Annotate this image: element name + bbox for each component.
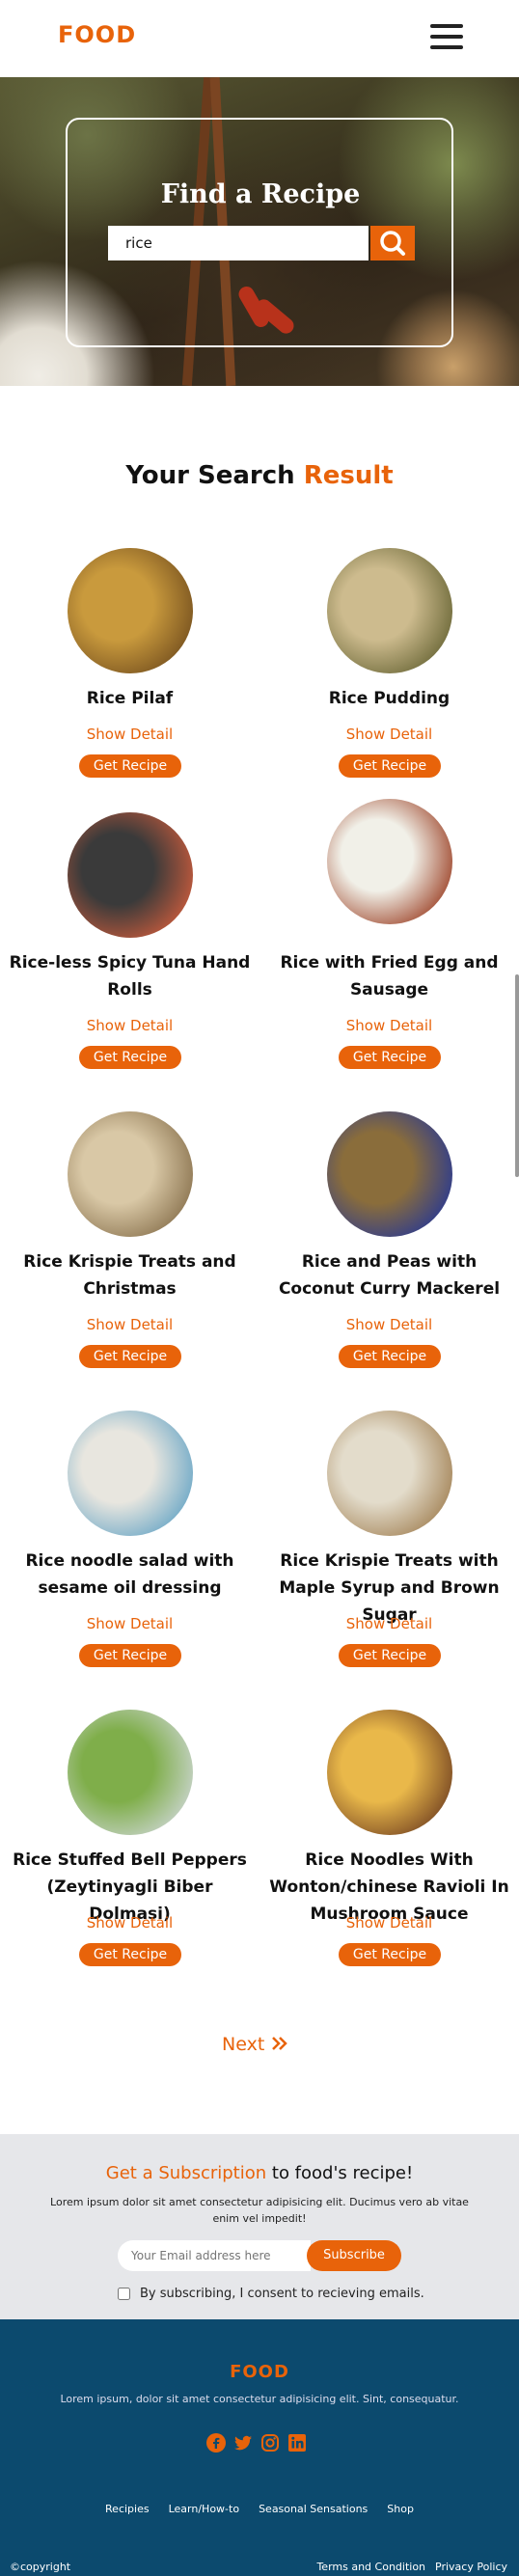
- recipe-thumbnail[interactable]: [68, 548, 193, 673]
- subscribe-title: Get a Subscription to food's recipe!: [0, 2163, 519, 2183]
- footer-logo[interactable]: FOOD: [0, 2362, 519, 2382]
- recipe-thumbnail[interactable]: [68, 1411, 193, 1536]
- search-button[interactable]: [370, 226, 415, 260]
- subscribe-section: Get a Subscription to food's recipe! Lor…: [0, 2134, 519, 2319]
- subscribe-button[interactable]: Subscribe: [307, 2240, 401, 2271]
- recipe-thumbnail[interactable]: [68, 812, 193, 938]
- show-detail-link[interactable]: Show Detail: [0, 1914, 260, 1932]
- footer-link-shop[interactable]: Shop: [387, 2503, 414, 2515]
- show-detail-link[interactable]: Show Detail: [260, 726, 519, 743]
- get-recipe-button[interactable]: Get Recipe: [79, 754, 181, 778]
- next-page-button[interactable]: Next: [222, 2034, 289, 2055]
- recipe-thumbnail[interactable]: [327, 799, 452, 924]
- recipe-title: Rice Pilaf: [86, 689, 174, 708]
- twitter-icon[interactable]: [233, 2433, 253, 2453]
- recipe-title: Rice-less Spicy Tuna Hand Rolls: [9, 953, 251, 1000]
- get-recipe-button[interactable]: Get Recipe: [339, 1046, 441, 1069]
- show-detail-link[interactable]: Show Detail: [260, 1615, 519, 1632]
- terms-link[interactable]: Terms and Condition: [316, 2561, 425, 2573]
- recipe-thumbnail[interactable]: [68, 1111, 193, 1237]
- show-detail-link[interactable]: Show Detail: [0, 726, 260, 743]
- scrollbar[interactable]: [515, 974, 519, 1177]
- recipe-thumbnail[interactable]: [327, 1111, 452, 1237]
- results-heading-main: Your Search: [125, 461, 304, 490]
- footer-link-recipies[interactable]: Recipies: [105, 2503, 150, 2515]
- search-input[interactable]: [108, 226, 369, 260]
- get-recipe-button[interactable]: Get Recipe: [339, 1345, 441, 1368]
- consent-label: By subscribing, I consent to recieving e…: [140, 2287, 424, 2301]
- next-label: Next: [222, 2034, 265, 2055]
- subscribe-text: Lorem ipsum dolor sit amet consectetur a…: [50, 2196, 469, 2225]
- hero-banner: Find a Recipe: [0, 77, 519, 386]
- footer-link-seasonal[interactable]: Seasonal Sensations: [259, 2503, 368, 2515]
- recipe-title: Rice Krispie Treats and Christmas: [23, 1252, 236, 1299]
- recipe-title: Rice noodle salad with sesame oil dressi…: [25, 1551, 234, 1598]
- show-detail-link[interactable]: Show Detail: [0, 1316, 260, 1333]
- recipe-title: Rice and Peas with Coconut Curry Mackere…: [278, 1252, 501, 1299]
- show-detail-link[interactable]: Show Detail: [0, 1017, 260, 1034]
- show-detail-link[interactable]: Show Detail: [260, 1017, 519, 1034]
- search-bar: [108, 226, 417, 260]
- search-panel: Find a Recipe: [66, 118, 453, 347]
- get-recipe-button[interactable]: Get Recipe: [79, 1345, 181, 1368]
- hamburger-menu-icon[interactable]: [430, 24, 463, 53]
- subscribe-title-accent: Get a Subscription: [105, 2163, 267, 2183]
- results-heading: Your Search Result: [0, 461, 519, 490]
- privacy-link[interactable]: Privacy Policy: [435, 2561, 507, 2573]
- recipe-title: Rice with Fried Egg and Sausage: [280, 953, 499, 1000]
- recipe-thumbnail[interactable]: [68, 1710, 193, 1835]
- social-links: [206, 2433, 313, 2454]
- instagram-icon[interactable]: [260, 2433, 280, 2453]
- recipe-title: Rice Pudding: [328, 689, 451, 708]
- get-recipe-button[interactable]: Get Recipe: [339, 1943, 441, 1966]
- show-detail-link[interactable]: Show Detail: [0, 1615, 260, 1632]
- site-footer: FOOD Lorem ipsum, dolor sit amet consect…: [0, 2319, 519, 2576]
- site-header: FOOD: [0, 0, 519, 77]
- legal-links: Terms and Condition Privacy Policy: [307, 2561, 507, 2573]
- footer-text: Lorem ipsum, dolor sit amet consectetur …: [60, 2393, 459, 2405]
- double-chevron-right-icon: [272, 2037, 288, 2050]
- email-field[interactable]: [118, 2240, 311, 2271]
- show-detail-link[interactable]: Show Detail: [260, 1914, 519, 1932]
- subscribe-title-rest: to food's recipe!: [266, 2163, 414, 2183]
- hero-title: Find a Recipe: [160, 179, 361, 209]
- site-logo[interactable]: FOOD: [58, 21, 136, 48]
- recipe-thumbnail[interactable]: [327, 548, 452, 673]
- get-recipe-button[interactable]: Get Recipe: [79, 1046, 181, 1069]
- show-detail-link[interactable]: Show Detail: [260, 1316, 519, 1333]
- search-icon: [380, 231, 405, 256]
- recipe-thumbnail[interactable]: [327, 1710, 452, 1835]
- get-recipe-button[interactable]: Get Recipe: [339, 754, 441, 778]
- get-recipe-button[interactable]: Get Recipe: [339, 1644, 441, 1667]
- recipe-thumbnail[interactable]: [327, 1411, 452, 1536]
- get-recipe-button[interactable]: Get Recipe: [79, 1644, 181, 1667]
- facebook-icon[interactable]: [206, 2433, 226, 2453]
- footer-nav: Recipies Learn/How-to Seasonal Sensations S…: [0, 2503, 519, 2515]
- results-heading-accent: Result: [303, 461, 394, 490]
- consent-checkbox[interactable]: [118, 2288, 130, 2300]
- get-recipe-button[interactable]: Get Recipe: [79, 1943, 181, 1966]
- consent-row: By subscribing, I consent to recieving e…: [118, 2287, 424, 2301]
- linkedin-icon[interactable]: [287, 2433, 307, 2453]
- copyright: ©copyright: [10, 2561, 71, 2573]
- subscribe-form: Subscribe: [118, 2240, 401, 2271]
- footer-link-learn[interactable]: Learn/How-to: [169, 2503, 239, 2515]
